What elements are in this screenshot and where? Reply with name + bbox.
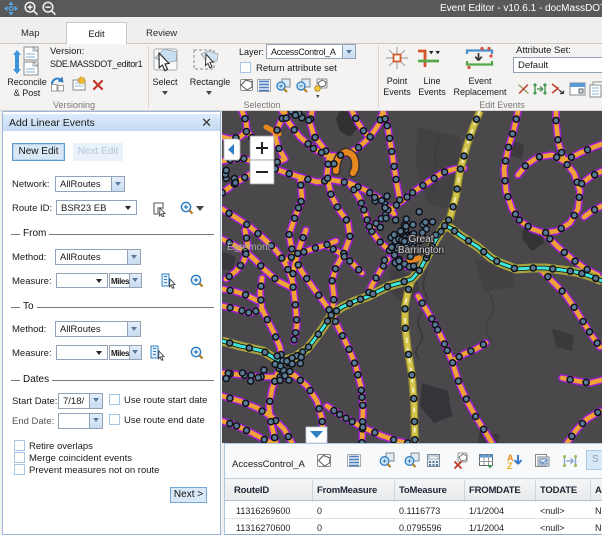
svg-text:Egremont: Egremont — [227, 242, 271, 253]
svg-text:Great: Great — [408, 234, 433, 245]
svg-text:Barrington: Barrington — [398, 245, 444, 256]
svg-text:Z: Z — [507, 461, 513, 471]
